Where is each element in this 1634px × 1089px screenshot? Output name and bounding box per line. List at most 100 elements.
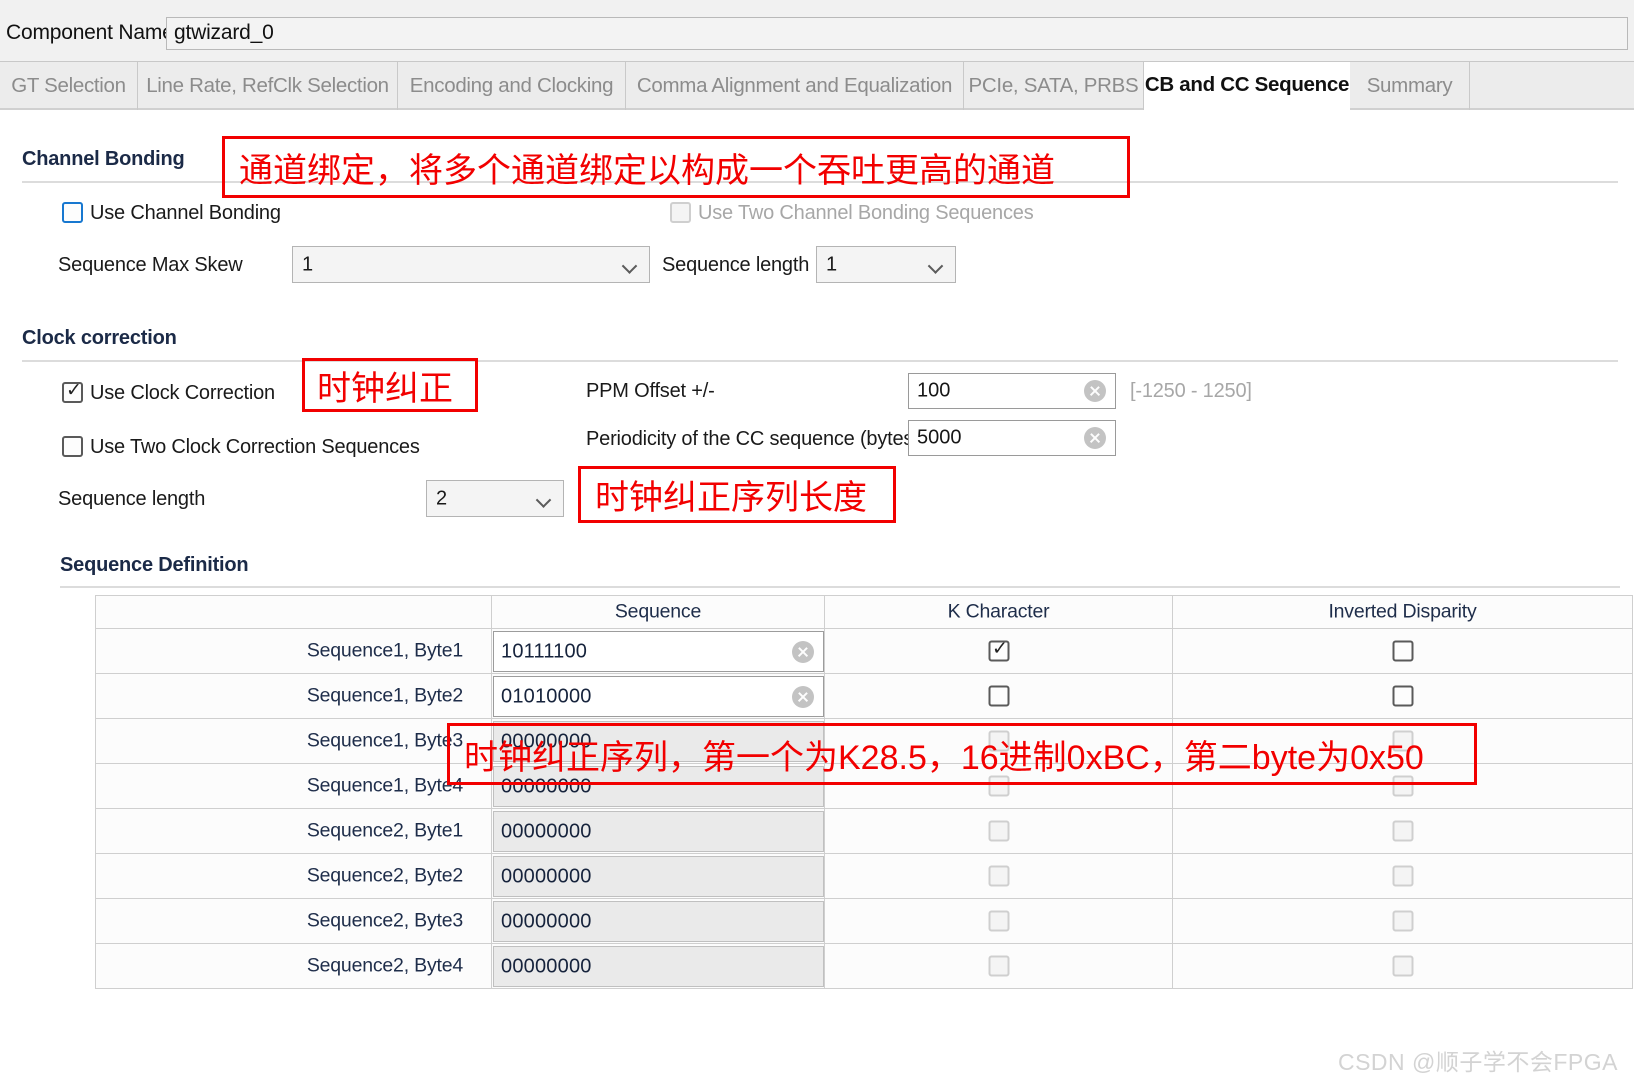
ppm-offset-value: 100 <box>917 379 951 402</box>
row-label-cell: Sequence1, Byte1 <box>96 629 492 673</box>
row-k-character-cell <box>825 899 1173 943</box>
row-sequence-cell: 10111100 <box>492 629 825 673</box>
row-label-cell: Sequence2, Byte1 <box>96 809 492 853</box>
sequence-definition-title: Sequence Definition <box>60 554 249 576</box>
inverted-disparity-checkbox <box>1392 820 1413 842</box>
cb-sequence-max-skew-label: Sequence Max Skew <box>58 254 243 276</box>
header-cell-k-character: K Character <box>825 596 1173 628</box>
row-k-character-cell <box>825 854 1173 898</box>
table-row: Sequence1, Byte1 10111100 ✓ <box>96 629 1632 674</box>
sequence-input: 00000000 <box>493 811 824 852</box>
row-inverted-disparity-cell <box>1173 944 1632 988</box>
k-character-checkbox <box>988 820 1009 842</box>
watermark: CSDN @顺子学不会FPGA <box>1337 1049 1618 1075</box>
k-character-checkbox <box>988 865 1009 887</box>
component-name-input[interactable]: gtwizard_0 <box>166 17 1628 50</box>
annotation-clock-correction: 时钟纠正 <box>302 358 478 412</box>
table-row: Sequence2, Byte3 00000000 <box>96 899 1632 944</box>
header-cell-inverted-disparity: Inverted Disparity <box>1328 600 1477 623</box>
row-k-character-cell <box>825 809 1173 853</box>
sequence-input: 00000000 <box>493 901 824 942</box>
sequence-input[interactable]: 10111100 <box>493 631 824 672</box>
use-two-cb-sequences-checkbox <box>670 202 691 223</box>
row-label-cell: Sequence1, Byte4 <box>96 764 492 808</box>
ppm-offset-range: [-1250 - 1250] <box>1130 380 1252 402</box>
tab-strip: GT Selection Line Rate, RefClk Selection… <box>0 62 1634 110</box>
inverted-disparity-checkbox <box>1392 955 1413 977</box>
tab-line-rate-refclk[interactable]: Line Rate, RefClk Selection <box>138 62 398 110</box>
tab-strip-filler <box>1470 62 1634 110</box>
k-character-checkbox <box>988 910 1009 932</box>
inverted-disparity-checkbox[interactable] <box>1392 640 1413 662</box>
use-clock-correction-checkbox[interactable]: ✓ <box>62 380 83 403</box>
chevron-down-icon <box>930 260 943 268</box>
row-sequence-cell: 00000000 <box>492 854 825 898</box>
cb-sequence-length-combo[interactable]: 1 <box>816 246 956 283</box>
cc-sequence-length-combo[interactable]: 2 <box>426 480 564 517</box>
header-cell-sequence: Sequence <box>492 596 825 628</box>
row-sequence-cell: 00000000 <box>492 944 825 988</box>
sequence-input[interactable]: 01010000 <box>493 676 824 717</box>
component-name-bar: Component Name gtwizard_0 <box>0 0 1634 62</box>
table-row: Sequence2, Byte1 00000000 <box>96 809 1632 854</box>
clear-icon[interactable] <box>792 640 814 663</box>
table-row: Sequence1, Byte2 01010000 <box>96 674 1632 719</box>
row-inverted-disparity-cell <box>1173 854 1632 898</box>
use-channel-bonding-checkbox[interactable] <box>62 202 83 223</box>
cb-sequence-max-skew-value: 1 <box>302 253 314 275</box>
row-sequence-cell: 00000000 <box>492 899 825 943</box>
clock-correction-title: Clock correction <box>22 327 177 349</box>
tab-summary[interactable]: Summary <box>1350 62 1470 110</box>
cb-sequence-length-value: 1 <box>826 253 838 275</box>
k-character-checkbox[interactable] <box>988 685 1009 707</box>
inverted-disparity-checkbox <box>1392 910 1413 932</box>
tab-encoding-clocking[interactable]: Encoding and Clocking <box>398 62 626 110</box>
use-two-cc-sequences-label: Use Two Clock Correction Sequences <box>90 436 420 458</box>
inverted-disparity-checkbox <box>1392 865 1413 887</box>
row-sequence-cell: 00000000 <box>492 809 825 853</box>
tab-gt-selection[interactable]: GT Selection <box>0 62 138 110</box>
check-icon: ✓ <box>992 638 1008 660</box>
row-k-character-cell <box>825 674 1173 718</box>
cb-sequence-length-label: Sequence length <box>662 254 810 276</box>
tab-comma-alignment[interactable]: Comma Alignment and Equalization <box>626 62 964 110</box>
use-clock-correction-label: Use Clock Correction <box>90 382 275 404</box>
cc-sequence-length-label: Sequence length <box>58 488 206 510</box>
row-k-character-cell <box>825 944 1173 988</box>
clear-icon[interactable] <box>1084 427 1106 449</box>
clear-icon[interactable] <box>792 685 814 708</box>
use-two-cc-sequences-checkbox[interactable] <box>62 436 83 457</box>
chevron-down-icon <box>538 494 551 502</box>
annotation-sequence-table: 时钟纠正序列，第一个为K28.5，16进制0xBC，第二byte为0x50 <box>447 723 1477 785</box>
clear-icon[interactable] <box>1084 380 1106 402</box>
row-k-character-cell: ✓ <box>825 629 1173 673</box>
periodicity-value: 5000 <box>917 426 962 449</box>
table-row: Sequence2, Byte2 00000000 <box>96 854 1632 899</box>
row-label-cell: Sequence2, Byte4 <box>96 944 492 988</box>
ppm-offset-label: PPM Offset +/- <box>586 380 715 402</box>
row-inverted-disparity-cell <box>1173 674 1632 718</box>
row-sequence-cell: 01010000 <box>492 674 825 718</box>
annotation-sequence-length: 时钟纠正序列长度 <box>578 466 896 523</box>
inverted-disparity-checkbox[interactable] <box>1392 685 1413 707</box>
periodicity-input[interactable]: 5000 <box>908 420 1116 456</box>
tab-pcie-sata-prbs[interactable]: PCIe, SATA, PRBS <box>964 62 1144 110</box>
sequence-input: 00000000 <box>493 946 824 987</box>
row-inverted-disparity-cell <box>1173 629 1632 673</box>
tab-cb-and-cc-sequence[interactable]: CB and CC Sequence <box>1144 62 1350 110</box>
row-inverted-disparity-cell <box>1173 809 1632 853</box>
row-label-cell: Sequence1, Byte2 <box>96 674 492 718</box>
vivado-gtwizard-cb-cc-sequence-page: Component Name gtwizard_0 GT Selection L… <box>0 0 1634 1089</box>
component-name-label: Component Name <box>6 21 174 44</box>
k-character-checkbox[interactable]: ✓ <box>988 638 1009 662</box>
row-label-cell: Sequence2, Byte3 <box>96 899 492 943</box>
cb-sequence-max-skew-combo[interactable]: 1 <box>292 246 650 283</box>
ppm-offset-input[interactable]: 100 <box>908 373 1116 409</box>
use-two-cb-sequences-label: Use Two Channel Bonding Sequences <box>698 202 1034 224</box>
sequence-input: 00000000 <box>493 856 824 897</box>
use-channel-bonding-label: Use Channel Bonding <box>90 202 281 224</box>
cc-sequence-length-value: 2 <box>436 487 448 509</box>
row-label-cell: Sequence1, Byte3 <box>96 719 492 763</box>
sequence-definition-table: Sequence K Character Inverted Disparity … <box>95 595 1633 989</box>
sequence-definition-rule <box>60 586 1620 588</box>
